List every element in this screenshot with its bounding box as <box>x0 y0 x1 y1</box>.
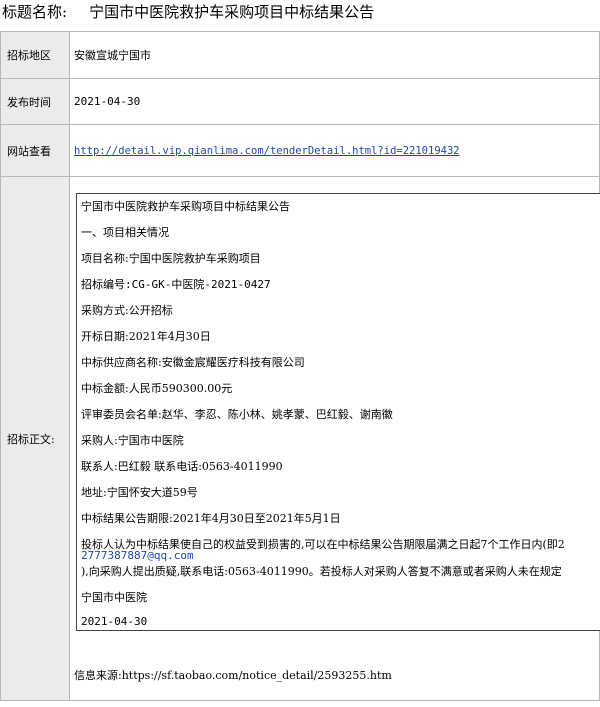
notice-paragraph-line: ),向采购人提出质疑,联系电话:0563-4011990。若投标人对采购人答复不… <box>81 565 562 578</box>
region-value: 安徽宣城宁国市 <box>69 31 600 79</box>
notice-line: 项目名称:宁国中医院救护车采购项目 <box>81 252 261 265</box>
notice-line: 地址:宁国怀安大道59号 <box>81 486 198 499</box>
notice-line: 采购人:宁国市中医院 <box>81 434 184 447</box>
notice-box: 宁国市中医院救护车采购项目中标结果公告 一、项目相关情况 项目名称:宁国中医院救… <box>76 193 600 631</box>
title-text: 宁国市中医院救护车采购项目中标结果公告 <box>89 3 375 21</box>
region-label: 招标地区 <box>0 31 70 79</box>
date-label: 发布时间 <box>0 78 70 125</box>
notice-line: 一、项目相关情况 <box>81 226 169 239</box>
detail-link[interactable]: http://detail.vip.qianlima.com/tenderDet… <box>74 145 460 157</box>
info-table: 招标地区 安徽宣城宁国市 发布时间 2021-04-30 网站查看 http:/… <box>0 31 600 701</box>
page-title: 标题名称: 宁国市中医院救护车采购项目中标结果公告 <box>0 0 600 26</box>
row-body: 招标正文: 宁国市中医院救护车采购项目中标结果公告 一、项目相关情况 项目名称:… <box>0 176 600 701</box>
notice-sign-date: 2021-04-30 <box>81 615 148 628</box>
url-label: 网站查看 <box>0 124 70 177</box>
email-link[interactable]: 2777387887@qq.com <box>81 549 194 562</box>
notice-line: 招标编号:CG-GK-中医院-2021-0427 <box>81 278 271 291</box>
notice-line: 联系人:巴红毅 联系电话:0563-4011990 <box>81 460 283 473</box>
notice-line: 中标供应商名称:安徽金宸耀医疗科技有限公司 <box>81 356 305 369</box>
date-value: 2021-04-30 <box>69 78 600 125</box>
notice-line: 采购方式:公开招标 <box>81 304 173 317</box>
notice-line: 中标金额:人民币590300.00元 <box>81 382 233 395</box>
notice-line: 评审委员会名单:赵华、李忍、陈小林、姚孝蒙、巴红毅、谢南徽 <box>81 408 393 421</box>
info-source: 信息来源:https://sf.taobao.com/notice_detail… <box>74 669 392 682</box>
row-region: 招标地区 安徽宣城宁国市 <box>0 31 600 79</box>
notice-line: 中标结果公告期限:2021年4月30日至2021年5月1日 <box>81 512 341 525</box>
body-label: 招标正文: <box>0 176 70 701</box>
notice-line: 开标日期:2021年4月30日 <box>81 330 211 343</box>
body-cell: 宁国市中医院救护车采购项目中标结果公告 一、项目相关情况 项目名称:宁国中医院救… <box>69 176 600 701</box>
notice-line: 宁国市中医院救护车采购项目中标结果公告 <box>81 200 290 213</box>
row-url: 网站查看 http://detail.vip.qianlima.com/tend… <box>0 124 600 177</box>
row-date: 发布时间 2021-04-30 <box>0 78 600 125</box>
notice-signer: 宁国市中医院 <box>81 591 147 604</box>
title-label: 标题名称: <box>2 3 68 21</box>
